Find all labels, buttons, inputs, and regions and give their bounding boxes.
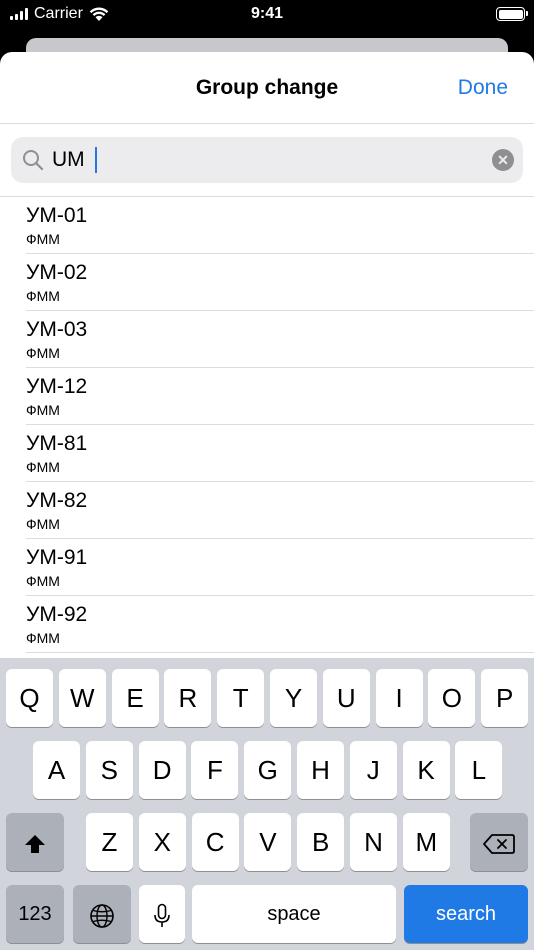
list-item[interactable]: УМ-02 ФММ <box>0 254 534 311</box>
navigation-bar: Group change Done <box>0 52 534 124</box>
backspace-icon <box>483 834 515 855</box>
space-key[interactable]: space <box>192 885 396 943</box>
group-name: УМ-91 <box>26 546 88 569</box>
group-list: УМ-01 ФММ УМ-02 ФММ УМ-03 ФММ УМ-12 ФММ УМ-81 ФММ… <box>0 197 534 653</box>
key-n[interactable]: N <box>350 813 397 871</box>
key-h[interactable]: H <box>297 741 344 799</box>
group-name: УМ-12 <box>26 375 88 398</box>
page-title: Group change <box>195 76 339 99</box>
group-faculty: ФММ <box>26 516 60 532</box>
key-a[interactable]: A <box>33 741 80 799</box>
search-field[interactable]: UM ✕ <box>11 137 523 183</box>
key-z[interactable]: Z <box>86 813 133 871</box>
list-item[interactable]: УМ-91 ФММ <box>0 539 534 596</box>
clear-icon[interactable]: ✕ <box>492 149 514 171</box>
key-o[interactable]: O <box>428 669 476 727</box>
key-v[interactable]: V <box>244 813 292 871</box>
key-i[interactable]: I <box>375 669 423 727</box>
group-faculty: ФММ <box>26 459 60 475</box>
key-k[interactable]: K <box>402 741 450 799</box>
text-cursor <box>95 147 97 173</box>
key-g[interactable]: G <box>244 741 292 799</box>
microphone-icon <box>154 903 170 928</box>
key-l[interactable]: L <box>455 741 503 799</box>
row-separator <box>26 652 534 653</box>
group-name: УМ-81 <box>26 432 88 455</box>
group-faculty: ФММ <box>26 231 60 247</box>
key-m[interactable]: M <box>402 813 450 871</box>
group-faculty: ФММ <box>26 345 60 361</box>
key-j[interactable]: J <box>349 741 397 799</box>
clock: 9:41 <box>250 5 284 22</box>
key-w[interactable]: W <box>58 669 106 727</box>
dictation-key[interactable] <box>139 885 185 943</box>
key-c[interactable]: C <box>191 813 239 871</box>
group-faculty: ФММ <box>26 288 60 304</box>
delete-key[interactable] <box>470 813 528 871</box>
list-item[interactable]: УМ-82 ФММ <box>0 482 534 539</box>
key-y[interactable]: Y <box>270 669 317 727</box>
group-faculty: ФММ <box>26 630 60 646</box>
shift-key[interactable] <box>6 813 64 871</box>
key-t[interactable]: T <box>217 669 265 727</box>
group-name: УМ-01 <box>26 204 88 227</box>
key-u[interactable]: U <box>322 669 370 727</box>
group-faculty: ФММ <box>26 573 60 589</box>
key-r[interactable]: R <box>164 669 212 727</box>
key-e[interactable]: E <box>111 669 159 727</box>
numbers-key[interactable]: 123 <box>6 885 64 943</box>
battery-icon <box>496 7 528 21</box>
key-b[interactable]: B <box>297 813 345 871</box>
group-name: УМ-02 <box>26 261 88 284</box>
key-x[interactable]: X <box>138 813 186 871</box>
search-key[interactable]: search <box>404 885 528 943</box>
list-item[interactable]: УМ-03 ФММ <box>0 311 534 368</box>
keyboard: Q W E R T Y U I O P A S D F G H J K L Z X C V B N M 123 space search <box>0 658 534 950</box>
list-item[interactable]: УМ-92 ФММ <box>0 596 534 653</box>
key-d[interactable]: D <box>138 741 186 799</box>
key-f[interactable]: F <box>191 741 239 799</box>
list-item[interactable]: УМ-81 ФММ <box>0 425 534 482</box>
done-button[interactable]: Done <box>458 76 508 100</box>
globe-key[interactable] <box>73 885 131 943</box>
globe-icon <box>90 904 114 928</box>
shift-icon <box>25 835 45 854</box>
group-faculty: ФММ <box>26 402 60 418</box>
magnifying-glass-icon <box>23 150 44 171</box>
key-p[interactable]: P <box>481 669 529 727</box>
search-input[interactable]: UM <box>52 148 85 172</box>
key-q[interactable]: Q <box>6 669 53 727</box>
status-bar: Carrier 9:41 <box>0 0 534 30</box>
list-item[interactable]: УМ-12 ФММ <box>0 368 534 425</box>
list-item[interactable]: УМ-01 ФММ <box>0 197 534 254</box>
group-name: УМ-82 <box>26 489 88 512</box>
key-s[interactable]: S <box>85 741 133 799</box>
group-name: УМ-03 <box>26 318 88 341</box>
group-name: УМ-92 <box>26 603 88 626</box>
